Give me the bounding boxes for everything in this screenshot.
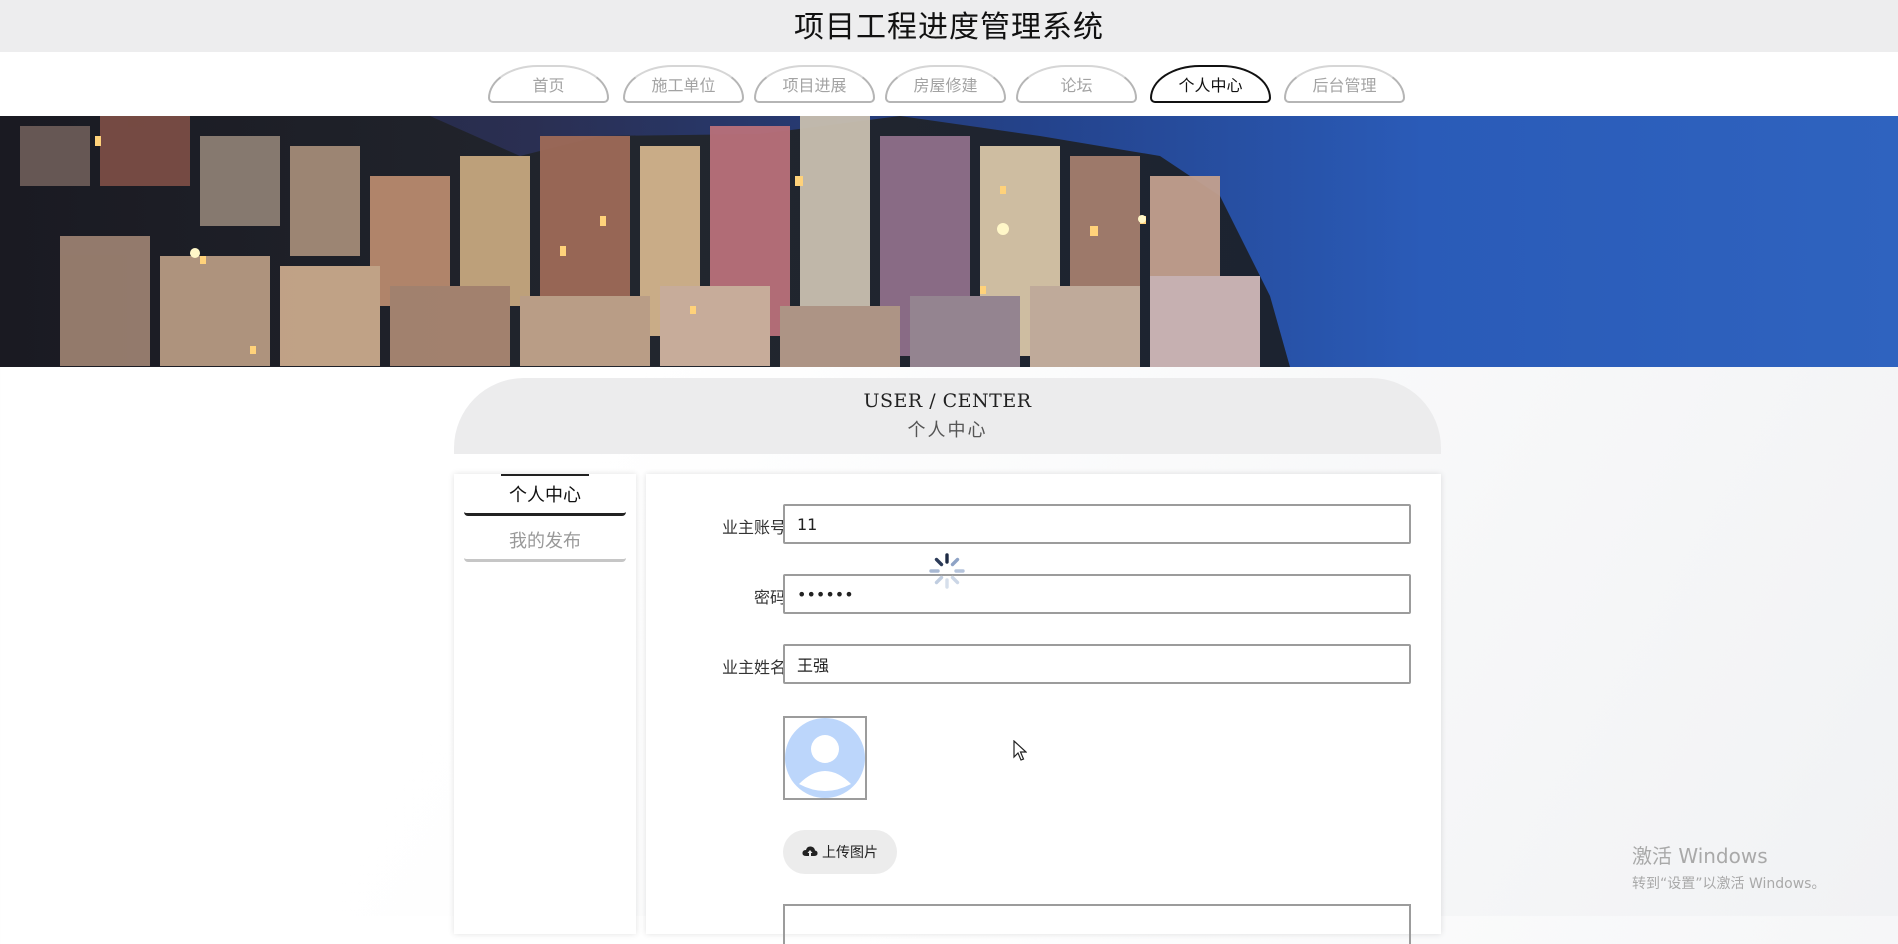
hillside-town-illustration: [0, 116, 1290, 367]
side-menu: 个人中心 我的发布: [454, 474, 636, 934]
account-input[interactable]: 11: [783, 504, 1411, 544]
name-label: 业主姓名: [721, 658, 786, 677]
name-input[interactable]: 王强: [783, 644, 1411, 684]
section-title-en: USER / CENTER: [863, 390, 1032, 412]
avatar-placeholder-graphic: [785, 718, 865, 798]
side-menu-item-user-center[interactable]: 个人中心: [464, 474, 626, 516]
password-input[interactable]: ••••••: [783, 574, 1411, 614]
cloud-upload-icon: [802, 845, 818, 859]
user-avatar-icon[interactable]: [783, 716, 867, 800]
nav-tab-house-building[interactable]: 房屋修建: [885, 65, 1006, 103]
app-title: 项目工程进度管理系统: [794, 10, 1104, 45]
nav-tab-forum[interactable]: 论坛: [1016, 65, 1137, 103]
watermark-line2: 转到“设置”以激活 Windows。: [1632, 876, 1826, 892]
nav-tab-admin[interactable]: 后台管理: [1284, 65, 1405, 103]
upload-image-label: 上传图片: [822, 845, 878, 861]
windows-activation-watermark: 激活 Windows 转到“设置”以激活 Windows。: [1632, 840, 1825, 893]
form-row-account: 业主账号 11: [646, 504, 1441, 544]
profile-form-panel: 业主账号 11 密码 •••••• 业主姓名 王强 上传图片: [646, 474, 1441, 944]
watermark-line1: 激活 Windows: [1632, 844, 1768, 868]
account-label: 业主账号: [721, 518, 786, 537]
form-row-name: 业主姓名 王强: [646, 644, 1441, 684]
main-nav: 首页 施工单位 项目进展 房屋修建 论坛 个人中心 后台管理: [0, 52, 1898, 116]
loading-spinner-icon: [928, 552, 966, 594]
hero-banner: [0, 116, 1898, 367]
next-form-field[interactable]: [783, 904, 1411, 944]
app-header: 项目工程进度管理系统: [0, 0, 1898, 52]
nav-tab-home[interactable]: 首页: [488, 65, 609, 103]
section-title-zh: 个人中心: [907, 420, 988, 441]
upload-image-button[interactable]: 上传图片: [783, 830, 897, 874]
nav-tab-project-progress[interactable]: 项目进展: [754, 65, 875, 103]
nav-tab-construction-units[interactable]: 施工单位: [623, 65, 744, 103]
section-header: USER / CENTER 个人中心: [454, 378, 1441, 454]
nav-tab-user-center[interactable]: 个人中心: [1150, 65, 1271, 103]
form-row-password: 密码 ••••••: [646, 574, 1441, 614]
password-label: 密码: [753, 588, 786, 607]
mouse-cursor-icon: [1013, 739, 1028, 766]
side-menu-item-my-posts[interactable]: 我的发布: [464, 520, 626, 562]
